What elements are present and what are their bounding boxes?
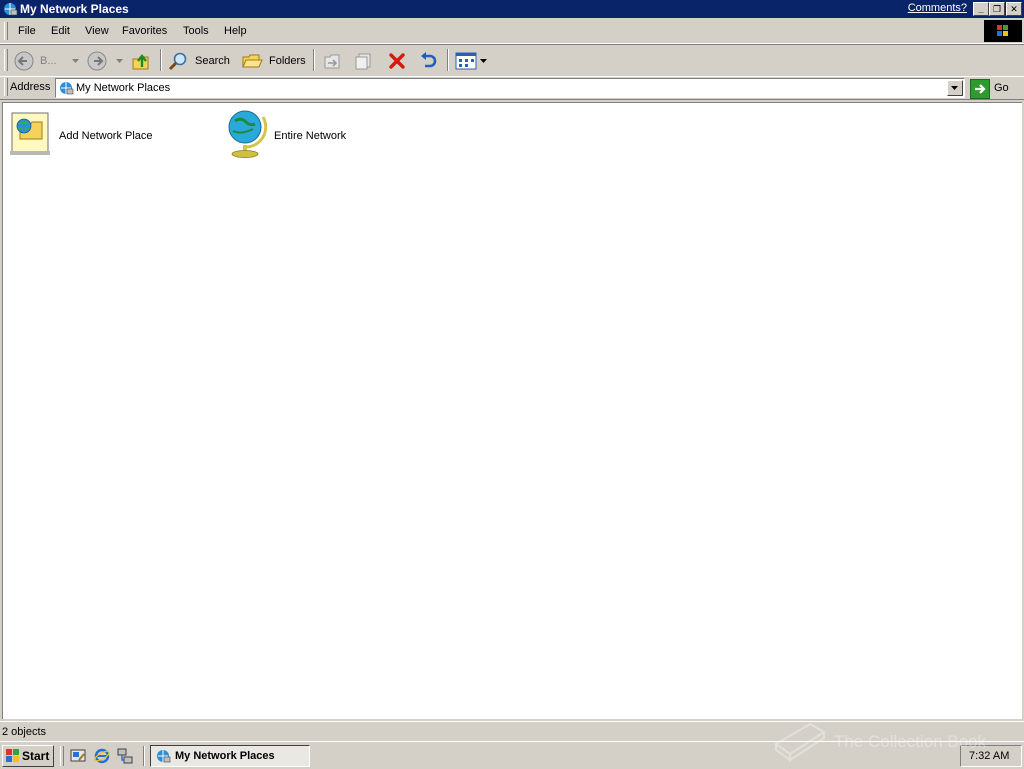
back-label: B... <box>40 55 57 67</box>
forward-button[interactable] <box>85 49 109 73</box>
comments-link[interactable]: Comments? <box>908 2 967 14</box>
book-icon <box>774 722 826 762</box>
taskbar-button-label: My Network Places <box>175 750 275 762</box>
list-item-add-network-place[interactable]: Add Network Place <box>8 107 168 159</box>
menu-help[interactable]: Help <box>224 25 247 37</box>
network-places-icon <box>157 750 171 763</box>
search-button[interactable]: Search <box>166 49 232 73</box>
title-bar: My Network Places Comments? _ ❐ ✕ <box>0 0 1024 18</box>
windows-logo-icon <box>6 749 19 762</box>
minimize-button[interactable]: _ <box>973 2 989 16</box>
list-item-entire-network[interactable]: Entire Network <box>223 107 383 159</box>
internet-explorer-icon[interactable] <box>94 748 110 764</box>
menu-favorites[interactable]: Favorites <box>122 25 167 37</box>
back-arrow-icon <box>14 51 34 71</box>
toolbar-separator <box>160 49 162 71</box>
toolbar-grip[interactable] <box>4 49 8 71</box>
start-label: Start <box>22 749 50 763</box>
go-arrow-icon <box>970 79 990 99</box>
move-to-button[interactable] <box>319 49 345 73</box>
network-icon[interactable] <box>117 748 133 764</box>
address-bar: Address My Network Places Go <box>0 77 1024 100</box>
network-places-icon <box>60 82 74 95</box>
copy-to-icon <box>355 53 371 70</box>
forward-dropdown[interactable] <box>115 49 125 73</box>
folders-icon <box>242 54 263 68</box>
folders-button[interactable]: Folders <box>239 49 306 73</box>
watermark: The Collection Book <box>772 718 1012 766</box>
standard-toolbar: B... Search Folders <box>0 44 1024 77</box>
windows-logo <box>984 20 1022 42</box>
item-label: Add Network Place <box>59 130 153 142</box>
forward-arrow-icon <box>87 51 107 71</box>
restore-button[interactable]: ❐ <box>989 2 1005 16</box>
views-button[interactable] <box>453 49 489 73</box>
undo-icon <box>421 52 437 68</box>
address-dropdown-button[interactable] <box>947 80 963 96</box>
menu-edit[interactable]: Edit <box>51 25 70 37</box>
taskbar-separator <box>143 746 145 766</box>
address-label: Address <box>10 81 51 93</box>
taskbar-button-my-network-places[interactable]: My Network Places <box>150 745 310 767</box>
folders-label: Folders <box>269 55 306 67</box>
close-button[interactable]: ✕ <box>1006 2 1022 16</box>
item-label: Entire Network <box>274 130 347 142</box>
address-grip[interactable] <box>4 78 8 96</box>
status-text: 2 objects <box>2 726 47 738</box>
chevron-down-icon <box>951 86 958 90</box>
up-folder-icon <box>132 54 149 70</box>
search-label: Search <box>195 55 230 67</box>
menu-grip[interactable] <box>4 22 8 40</box>
address-value: My Network Places <box>76 82 171 94</box>
undo-button[interactable] <box>415 49 441 73</box>
go-label: Go <box>994 82 1009 94</box>
views-icon <box>455 52 477 70</box>
up-folder-button[interactable] <box>128 49 154 73</box>
go-button[interactable]: Go <box>970 78 1020 99</box>
toolbar-separator <box>447 49 449 71</box>
globe-icon <box>228 110 268 158</box>
quicklaunch-grip[interactable] <box>60 746 64 766</box>
chevron-down-icon <box>116 59 123 63</box>
toolbar-separator <box>313 49 315 71</box>
menu-tools[interactable]: Tools <box>183 25 209 37</box>
menu-view[interactable]: View <box>85 25 109 37</box>
menu-bar: File Edit View Favorites Tools Help <box>0 19 1024 44</box>
network-places-icon <box>4 3 18 16</box>
chevron-down-icon <box>72 59 79 63</box>
start-button[interactable]: Start <box>2 745 54 767</box>
delete-x-icon <box>389 53 405 69</box>
delete-button[interactable] <box>384 49 410 73</box>
address-input[interactable]: My Network Places <box>55 78 965 98</box>
chevron-down-icon <box>480 59 487 63</box>
back-dropdown[interactable] <box>70 49 80 73</box>
copy-to-button[interactable] <box>351 49 377 73</box>
menu-file[interactable]: File <box>18 25 36 37</box>
move-to-icon <box>324 54 340 69</box>
window-title: My Network Places <box>20 2 129 16</box>
show-desktop-icon[interactable] <box>70 748 86 764</box>
file-list-pane[interactable]: Add Network Place Entire Network <box>2 102 1022 719</box>
add-network-place-icon <box>10 112 50 155</box>
watermark-text: The Collection Book <box>834 732 987 751</box>
search-icon <box>168 52 187 71</box>
back-button[interactable]: B... <box>12 49 72 73</box>
